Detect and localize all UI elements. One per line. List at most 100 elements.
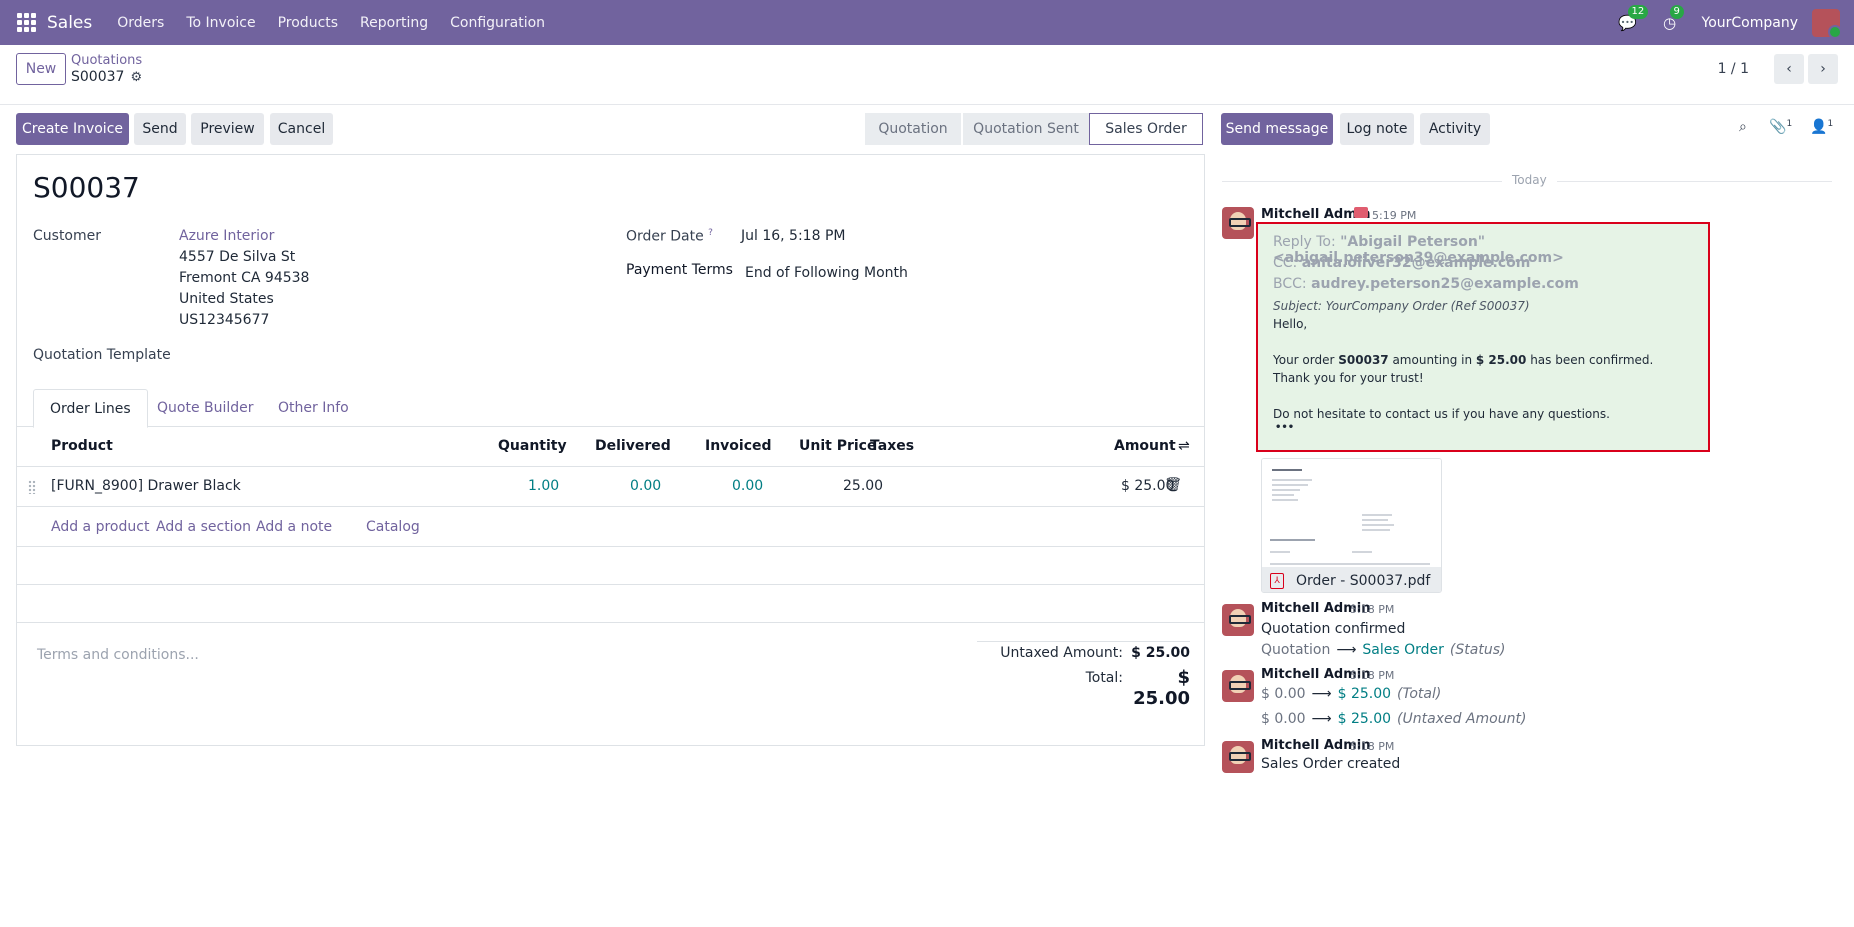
line-product[interactable]: [FURN_8900] Drawer Black: [51, 478, 241, 494]
apps-menu-icon[interactable]: [17, 12, 37, 33]
stage-quotation-sent[interactable]: Quotation Sent: [961, 113, 1089, 145]
line-unit-price[interactable]: 25.00: [843, 478, 883, 494]
cancel-button[interactable]: Cancel: [270, 113, 333, 145]
add-product-link[interactable]: Add a product: [51, 519, 149, 535]
tracking-value: $ 0.00 ⟶ $ 25.00 (Untaxed Amount): [1261, 711, 1526, 727]
avatar[interactable]: [1222, 670, 1254, 702]
messages-icon[interactable]: 💬 12: [1618, 4, 1649, 33]
form-sheet: S00037 Customer Azure Interior 4557 De S…: [16, 154, 1205, 746]
create-invoice-button[interactable]: Create Invoice: [16, 113, 129, 145]
cc-label: CC:: [1273, 255, 1298, 271]
help-icon[interactable]: ?: [708, 228, 713, 238]
company-switcher[interactable]: YourCompany: [1702, 15, 1799, 31]
control-panel: New Quotations S00037 ⚙ 1 / 1 ‹ ›: [0, 45, 1854, 105]
column-product[interactable]: Product: [51, 438, 113, 454]
quotation-template-label: Quotation Template: [33, 347, 171, 363]
menu-products[interactable]: Products: [278, 15, 338, 31]
table-row[interactable]: [FURN_8900] Drawer Black 1.00 0.00 0.00 …: [17, 467, 1204, 507]
message-time: 5:19 PM: [1372, 209, 1417, 222]
activity-button[interactable]: Activity: [1420, 113, 1490, 145]
preview-button[interactable]: Preview: [191, 113, 264, 145]
avatar[interactable]: [1222, 741, 1254, 773]
followers-count: 1: [1827, 119, 1834, 129]
attachments-icon[interactable]: 📎 1: [1769, 119, 1792, 135]
pager-value[interactable]: 1 / 1: [1718, 61, 1749, 77]
gear-icon[interactable]: ⚙: [130, 70, 142, 85]
email-message-highlight: Reply To: "Abigail Peterson" <abigail.pe…: [1256, 222, 1710, 452]
followers-icon[interactable]: 👤 1: [1810, 119, 1833, 135]
email-greeting: Hello,: [1273, 317, 1308, 331]
optional-columns-icon[interactable]: ⇌: [1178, 438, 1190, 454]
line-delivered[interactable]: 0.00: [630, 478, 661, 494]
column-delivered[interactable]: Delivered: [595, 438, 671, 454]
attachment-name[interactable]: Order - S00037.pdf: [1296, 573, 1430, 589]
trash-icon[interactable]: 🗑: [1164, 477, 1182, 493]
search-icon[interactable]: ⌕: [1739, 119, 1747, 135]
attachment-card[interactable]: ⅄ Order - S00037.pdf: [1261, 458, 1442, 593]
menu-configuration[interactable]: Configuration: [450, 15, 545, 31]
message-body: Quotation confirmed: [1261, 621, 1406, 637]
cc-line: CC: anita.oliver32@example.com: [1273, 255, 1530, 271]
catalog-link[interactable]: Catalog: [366, 519, 420, 535]
tracking-field: (Status): [1449, 642, 1506, 658]
empty-row: [17, 547, 1204, 585]
email-amount: $ 25.00: [1475, 353, 1527, 367]
menu-to-invoice[interactable]: To Invoice: [186, 15, 255, 31]
cc-value: anita.oliver32@example.com: [1301, 255, 1531, 271]
customer-field[interactable]: Azure Interior: [179, 226, 274, 247]
message-time: 5:18 PM: [1350, 740, 1395, 753]
stage-quotation[interactable]: Quotation: [865, 113, 961, 145]
drag-handle-icon[interactable]: [28, 480, 36, 494]
email-body-line-3: Do not hesitate to contact us if you hav…: [1273, 407, 1610, 421]
tab-other-info[interactable]: Other Info: [262, 389, 365, 427]
untaxed-amount-value: $ 25.00: [1131, 645, 1190, 661]
app-name[interactable]: Sales: [47, 13, 92, 33]
add-section-link[interactable]: Add a section: [156, 519, 251, 535]
send-message-button[interactable]: Send message: [1221, 113, 1333, 145]
order-lines-header: Product Quantity Delivered Invoiced Unit…: [17, 427, 1204, 467]
column-taxes[interactable]: Taxes: [870, 438, 914, 454]
send-button[interactable]: Send: [134, 113, 186, 145]
column-quantity[interactable]: Quantity: [498, 438, 567, 454]
column-invoiced[interactable]: Invoiced: [705, 438, 772, 454]
avatar[interactable]: [1222, 604, 1254, 636]
total-label: Total:: [1085, 670, 1123, 686]
page-title: S00037: [33, 171, 140, 204]
tracking-old: $ 0.00: [1261, 686, 1306, 702]
attachments-count: 1: [1786, 119, 1793, 129]
message-time: 5:18 PM: [1350, 669, 1395, 682]
activities-badge: 9: [1669, 4, 1684, 19]
expand-ellipsis-button[interactable]: •••: [1275, 422, 1294, 433]
envelope-icon: [1354, 207, 1368, 218]
user-avatar[interactable]: [1812, 8, 1840, 37]
breadcrumb-current: S00037 ⚙: [71, 69, 142, 85]
line-invoiced[interactable]: 0.00: [732, 478, 763, 494]
today-label: Today: [1502, 173, 1557, 187]
new-button[interactable]: New: [16, 53, 66, 85]
payment-terms-field[interactable]: End of Following Month: [745, 263, 908, 284]
line-quantity[interactable]: 1.00: [528, 478, 559, 494]
pager-next-button[interactable]: ›: [1808, 54, 1838, 84]
tab-quote-builder[interactable]: Quote Builder: [141, 389, 270, 427]
menu-orders[interactable]: Orders: [117, 15, 164, 31]
attachment-preview: [1262, 459, 1441, 566]
terms-input[interactable]: Terms and conditions...: [37, 647, 199, 663]
total-value: $ 25.00: [1133, 667, 1190, 709]
log-note-button[interactable]: Log note: [1340, 113, 1414, 145]
pager-previous-button[interactable]: ‹: [1774, 54, 1804, 84]
column-amount[interactable]: Amount: [1114, 438, 1176, 454]
tab-order-lines[interactable]: Order Lines: [33, 389, 148, 428]
tracking-old: Quotation: [1261, 642, 1331, 658]
breadcrumb-quotations[interactable]: Quotations: [71, 53, 142, 68]
order-date-field[interactable]: Jul 16, 5:18 PM: [741, 226, 845, 247]
order-date-label-text: Order Date: [626, 228, 704, 245]
avatar[interactable]: [1222, 207, 1254, 239]
stage-sales-order[interactable]: Sales Order: [1089, 113, 1203, 145]
menu-reporting[interactable]: Reporting: [360, 15, 428, 31]
tracking-field: (Total): [1397, 686, 1442, 702]
column-unit-price[interactable]: Unit Price: [799, 438, 876, 454]
add-note-link[interactable]: Add a note: [256, 519, 332, 535]
email-subject: Subject: YourCompany Order (Ref S00037): [1273, 299, 1530, 313]
activities-icon[interactable]: ◷ 9: [1660, 4, 1684, 33]
message-time: 5:18 PM: [1350, 603, 1395, 616]
